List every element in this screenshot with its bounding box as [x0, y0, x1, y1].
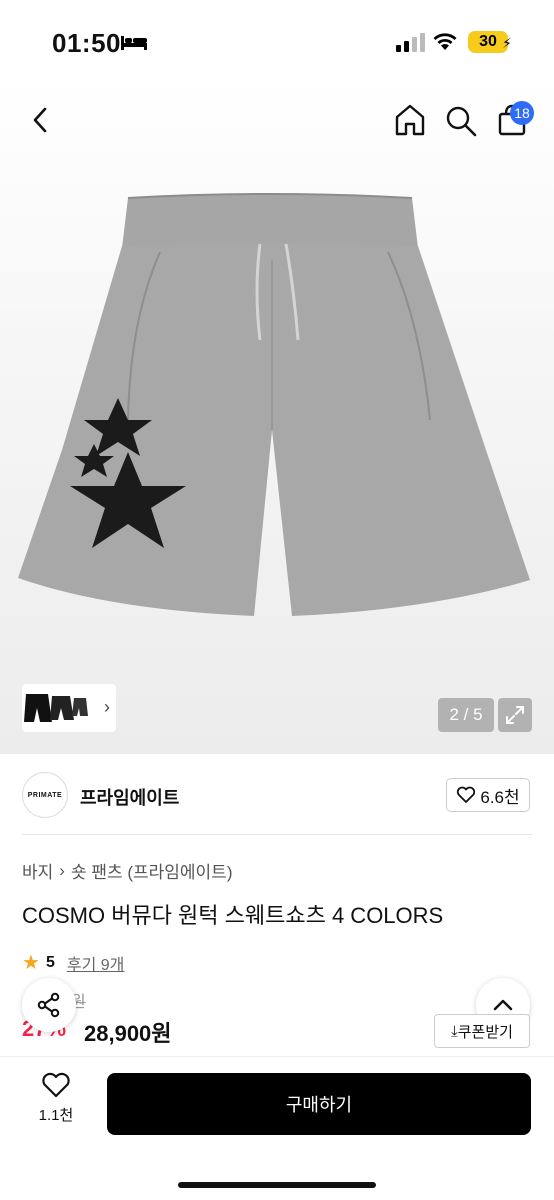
- chevron-left-icon: [33, 107, 47, 133]
- cart-count-badge: 18: [510, 101, 534, 125]
- buy-button[interactable]: 구매하기: [107, 1073, 531, 1135]
- heart-icon: [42, 1072, 70, 1098]
- battery-indicator: 30 ⚡: [468, 31, 512, 53]
- breadcrumb-item-pants[interactable]: 바지: [22, 858, 53, 883]
- brand-like-count: 6.6천: [480, 787, 520, 807]
- home-indicator[interactable]: [178, 1182, 376, 1188]
- sleep-focus-icon: [121, 36, 147, 50]
- battery-level: 30: [479, 33, 497, 50]
- review-link[interactable]: 후기 9개: [67, 951, 125, 975]
- download-icon: ⤓: [451, 1022, 458, 1040]
- product-image: [18, 193, 530, 616]
- chevron-right-icon: ›: [104, 697, 110, 717]
- thumbnail-image: [24, 694, 88, 722]
- brand-row: PRIMATE 프라임에이트 6.6천: [0, 768, 554, 824]
- brand-like-button[interactable]: 6.6천: [446, 778, 530, 812]
- wifi-icon: [433, 33, 457, 50]
- product-title: COSMO 버뮤다 원턱 스웨트쇼츠 4 COLORS: [22, 903, 444, 928]
- image-counter: 2 / 5: [438, 698, 494, 732]
- back-button[interactable]: [22, 100, 58, 140]
- home-button[interactable]: [392, 100, 428, 140]
- cellular-signal-icon: [396, 33, 425, 52]
- coupon-label: 쿠폰받기: [457, 1023, 513, 1041]
- heart-icon: [457, 786, 476, 803]
- brand-logo-text: PRIMATE: [27, 791, 63, 799]
- rating-row: ★ 5 후기 9개: [22, 950, 124, 975]
- divider: [22, 834, 532, 835]
- search-button[interactable]: [443, 100, 479, 140]
- home-icon: [395, 104, 425, 136]
- rating-value: 5: [45, 953, 55, 971]
- charging-bolt-icon: ⚡: [502, 35, 512, 51]
- expand-image-button[interactable]: [498, 698, 532, 732]
- wishlist-count: 1.1천: [38, 1107, 74, 1124]
- sale-price: 28,900원: [84, 1021, 172, 1046]
- coupon-button[interactable]: ⤓ 쿠폰받기: [434, 1014, 530, 1048]
- share-button[interactable]: [22, 978, 76, 1032]
- expand-icon: [506, 706, 524, 724]
- search-icon: [446, 106, 477, 137]
- brand-name[interactable]: 프라임에이트: [80, 784, 179, 810]
- status-time: 01:50: [52, 28, 121, 58]
- chevron-up-icon: [493, 999, 513, 1011]
- breadcrumb: 바지 › 숏 팬츠 (프라임에이트): [22, 858, 232, 883]
- share-icon: [37, 992, 60, 1018]
- color-variant-thumbnail[interactable]: ›: [22, 684, 116, 732]
- star-icon: ★: [22, 952, 40, 974]
- status-bar: 01:50 30 ⚡: [0, 0, 554, 80]
- breadcrumb-item-shorts[interactable]: 숏 팬츠 (프라임에이트): [71, 858, 233, 883]
- chevron-right-icon: ›: [59, 860, 65, 880]
- wishlist-button[interactable]: 1.1천: [28, 1072, 84, 1132]
- brand-logo[interactable]: PRIMATE: [22, 772, 68, 818]
